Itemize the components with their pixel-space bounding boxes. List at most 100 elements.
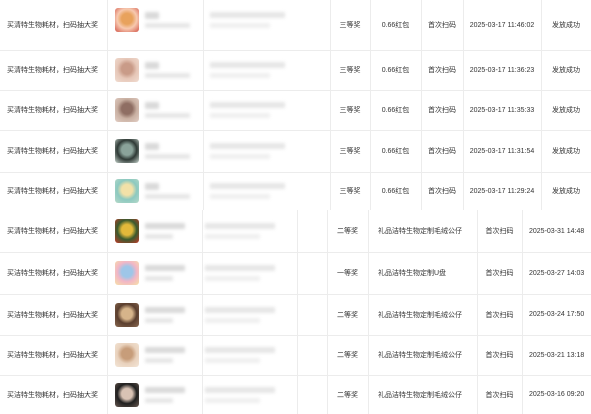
prize-level: 二等奖 xyxy=(337,228,358,235)
scan-type: 首次扫码 xyxy=(428,22,456,29)
table-row[interactable]: 买清特生物耗材，扫码抽大奖 三等奖 0.66红包 首次扫码 2025-03-17 11:… xyxy=(0,130,591,173)
redacted-info xyxy=(205,358,260,363)
avatar[interactable] xyxy=(115,8,139,32)
table-row[interactable]: 买清特生物耗材，扫码抽大奖 三等奖 0.66红包 首次扫码 2025-03-17 11:… xyxy=(0,50,591,91)
redacted-info xyxy=(205,387,275,393)
redacted-info xyxy=(205,347,275,353)
activity-name: 买清特生物耗材，扫码抽大奖 xyxy=(7,67,98,74)
table-row[interactable]: 买清特生物耗材，扫码抽大奖 三等奖 0.66红包 首次扫码 2025-03-17 11:… xyxy=(0,90,591,131)
avatar[interactable] xyxy=(115,383,139,407)
scan-type: 首次扫码 xyxy=(428,188,456,195)
prize: 礼品洁特生物定制毛绒公仔 xyxy=(378,391,462,399)
table-row[interactable]: 买洁特生物耗材，扫码抽大奖 二等奖 礼品洁特生物定制毛绒公仔 首次扫码 2025-03-… xyxy=(0,294,591,336)
win-time: 2025-03-17 11:29:24 xyxy=(469,187,535,195)
win-time: 2025-03-17 11:35:33 xyxy=(469,106,535,114)
prize-level: 三等奖 xyxy=(339,148,361,155)
bottom-rows-container: 买清特生物耗材，扫码抽大奖 二等奖 礼品洁特生物定制毛绒公仔 首次扫码 2025-03-… xyxy=(0,210,591,414)
issue-status: 发放成功 xyxy=(552,148,580,155)
scan-type: 首次扫码 xyxy=(485,228,514,235)
avatar[interactable] xyxy=(115,261,139,285)
redacted-info xyxy=(145,398,173,403)
redacted-info xyxy=(145,102,159,109)
table-row[interactable]: 买清特生物耗材，扫码抽大奖 三等奖 0.66红包 首次扫码 2025-03-17 11:… xyxy=(0,0,591,51)
avatar[interactable] xyxy=(115,343,139,367)
redacted-info xyxy=(210,73,270,78)
redacted-info xyxy=(145,358,173,363)
win-time: 2025-03-17 11:31:54 xyxy=(469,147,535,155)
redacted-info xyxy=(145,223,185,229)
redacted-info xyxy=(205,276,260,281)
avatar[interactable] xyxy=(115,98,139,122)
prize: 0.66红包 xyxy=(381,22,410,29)
win-time: 2025-03-27 14:03 xyxy=(529,269,585,277)
table-row[interactable]: 买洁特生物耗材，扫码抽大奖 二等奖 礼品洁特生物定制毛绒公仔 首次扫码 2025-03-… xyxy=(0,335,591,376)
activity-name: 买洁特生物耗材，扫码抽大奖 xyxy=(7,391,98,399)
activity-name: 买清特生物耗材，扫码抽大奖 xyxy=(7,228,98,235)
win-time: 2025-03-24 17:50 xyxy=(529,311,585,318)
avatar[interactable] xyxy=(115,139,139,163)
prize: 礼品洁特生物定制毛绒公仔 xyxy=(378,352,462,359)
redacted-info xyxy=(145,73,190,78)
table-row[interactable]: 买清特生物耗材，扫码抽大奖 三等奖 0.66红包 首次扫码 2025-03-17 11:… xyxy=(0,172,591,210)
win-time: 2025-03-21 13:18 xyxy=(529,351,585,359)
winning-records-table-top: 买清特生物耗材，扫码抽大奖 三等奖 0.66红包 首次扫码 2025-03-17 11:… xyxy=(0,0,591,210)
win-time: 2025-03-31 14:48 xyxy=(529,227,585,235)
redacted-info xyxy=(145,183,159,190)
prize-level: 二等奖 xyxy=(337,352,358,359)
redacted-info xyxy=(210,62,285,68)
redacted-info xyxy=(145,265,185,271)
prize: 礼品洁特生物定制U盘 xyxy=(378,270,447,277)
redacted-info xyxy=(210,143,285,149)
redacted-info xyxy=(205,318,260,323)
issue-status: 发放成功 xyxy=(552,188,580,195)
prize: 0.66红包 xyxy=(381,188,410,195)
prize-level: 三等奖 xyxy=(339,22,361,29)
activity-name: 买清特生物耗材，扫码抽大奖 xyxy=(7,22,98,29)
redacted-info xyxy=(145,154,190,159)
activity-name: 买清特生物耗材，扫码抽大奖 xyxy=(7,107,98,114)
prize: 0.66红包 xyxy=(381,148,410,155)
activity-name: 买清特生物耗材，扫码抽大奖 xyxy=(7,188,98,195)
activity-name: 买洁特生物耗材，扫码抽大奖 xyxy=(7,352,98,359)
scan-type: 首次扫码 xyxy=(485,391,514,399)
redacted-info xyxy=(205,307,275,313)
winning-records-table-bottom: 买清特生物耗材，扫码抽大奖 二等奖 礼品洁特生物定制毛绒公仔 首次扫码 2025-03-… xyxy=(0,210,591,414)
redacted-info xyxy=(205,398,260,403)
scan-type: 首次扫码 xyxy=(428,107,456,114)
avatar[interactable] xyxy=(115,219,139,243)
prize-level: 二等奖 xyxy=(337,391,358,399)
win-time: 2025-03-16 09:20 xyxy=(529,391,585,398)
table-row[interactable]: 买清特生物耗材，扫码抽大奖 二等奖 礼品洁特生物定制毛绒公仔 首次扫码 2025-03-… xyxy=(0,210,591,253)
prize-level: 三等奖 xyxy=(339,188,361,195)
table-row[interactable]: 买洁特生物耗材，扫码抽大奖 二等奖 礼品洁特生物定制毛绒公仔 首次扫码 2025-03-… xyxy=(0,375,591,414)
avatar[interactable] xyxy=(115,58,139,82)
redacted-info xyxy=(145,307,185,313)
table-row[interactable]: 买洁特生物耗材，扫码抽大奖 一等奖 礼品洁特生物定制U盘 首次扫码 2025-03-27… xyxy=(0,252,591,295)
issue-status: 发放成功 xyxy=(552,67,580,74)
scan-type: 首次扫码 xyxy=(428,148,456,155)
avatar[interactable] xyxy=(115,303,139,327)
win-time: 2025-03-17 11:36:23 xyxy=(469,66,535,74)
redacted-info xyxy=(210,113,270,118)
avatar[interactable] xyxy=(115,179,139,203)
prize: 礼品洁特生物定制毛绒公仔 xyxy=(378,311,462,319)
redacted-info xyxy=(145,143,159,150)
redacted-info xyxy=(145,318,173,323)
redacted-info xyxy=(145,234,173,239)
redacted-info xyxy=(210,154,270,159)
redacted-info xyxy=(145,23,190,28)
redacted-info xyxy=(210,23,270,28)
redacted-info xyxy=(210,12,285,18)
redacted-info xyxy=(145,62,159,69)
redacted-info xyxy=(145,113,190,118)
redacted-info xyxy=(210,102,285,108)
prize: 0.66红包 xyxy=(381,107,410,114)
scan-type: 首次扫码 xyxy=(485,352,514,359)
scan-type: 首次扫码 xyxy=(485,270,514,277)
redacted-info xyxy=(210,194,270,199)
win-time: 2025-03-17 11:46:02 xyxy=(469,21,535,29)
redacted-info xyxy=(210,183,285,189)
redacted-info xyxy=(145,12,159,19)
redacted-info xyxy=(205,265,275,271)
scan-type: 首次扫码 xyxy=(428,67,456,74)
